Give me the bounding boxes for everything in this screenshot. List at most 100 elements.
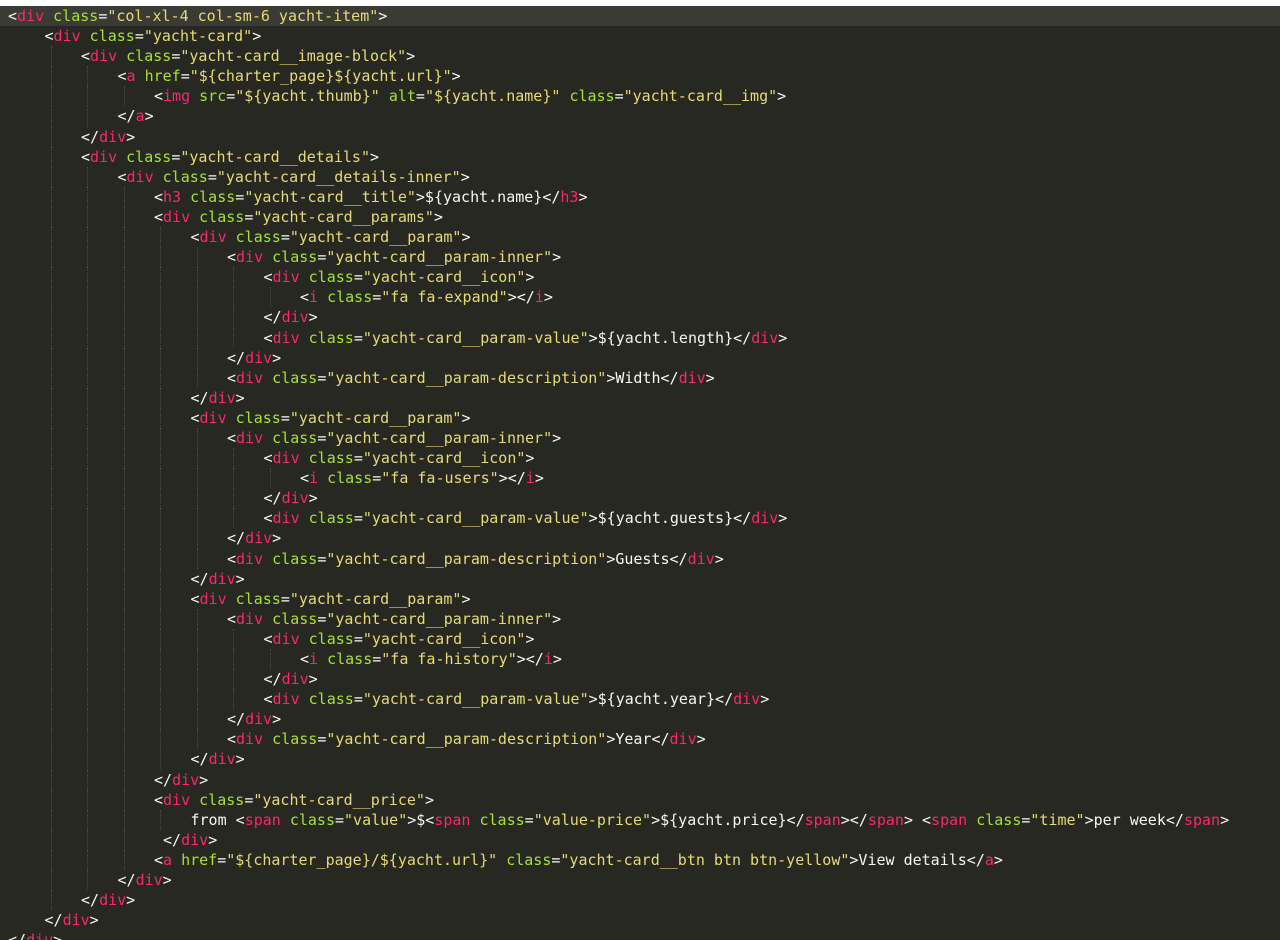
code-line[interactable]: <a href="${charter_page}${yacht.url}"> [0, 66, 1280, 87]
code-line[interactable]: <div class="yacht-card__params"> [0, 206, 1280, 228]
code-line[interactable]: </div> [0, 709, 1280, 730]
code-line[interactable]: from <span class="value">$<span class="v… [0, 809, 1280, 830]
code-area[interactable]: <div class="col-xl-4 col-sm-6 yacht-item… [0, 6, 1280, 940]
code-line[interactable]: </div> [0, 870, 1280, 891]
code-line[interactable]: </div> [0, 669, 1280, 690]
code-token: a [984, 850, 994, 869]
code-token: = [415, 87, 425, 106]
code-line[interactable]: </div> [0, 307, 1280, 328]
indent-guide [123, 86, 125, 107]
code-token: </ [154, 770, 173, 789]
code-line[interactable]: <div class="yacht-card__image-block"> [0, 46, 1280, 67]
code-token: class [327, 469, 373, 488]
indent-guide [50, 407, 52, 428]
indent-guide [123, 709, 125, 730]
code-token: a [135, 107, 145, 126]
code-token: > [525, 268, 535, 287]
indent-guide [87, 789, 88, 810]
code-line[interactable]: <div class="yacht-card__icon"> [0, 628, 1280, 649]
code-line[interactable]: <div class="yacht-card__param-descriptio… [0, 367, 1280, 388]
code-token: < [154, 207, 164, 226]
code-line[interactable]: <div class="yacht-card__param-descriptio… [0, 548, 1280, 569]
code-token: ></ [498, 469, 526, 488]
code-line[interactable]: </div> [0, 347, 1280, 368]
code-line[interactable]: <div class="yacht-card__param-inner"> [0, 247, 1280, 268]
code-line[interactable]: </div> [0, 387, 1280, 408]
code-line[interactable]: <a href="${charter_page}/${yacht.url}" c… [0, 849, 1280, 871]
code-token: div [199, 228, 227, 247]
code-token: "value-price" [533, 810, 652, 829]
code-line[interactable]: </div> [0, 890, 1280, 911]
indent-guide [87, 347, 88, 368]
code-token: < [44, 27, 54, 46]
code-line[interactable]: </div> [0, 488, 1280, 509]
code-line[interactable]: <div class="yacht-card__param"> [0, 588, 1280, 609]
indent-guide [87, 809, 88, 830]
code-line[interactable]: <div class="yacht-card__param-inner"> [0, 427, 1280, 449]
code-line[interactable]: </div> [0, 126, 1280, 147]
code-token: "yacht-card__image-block" [180, 47, 407, 66]
code-line[interactable]: <div class="yacht-card__param-descriptio… [0, 729, 1280, 750]
code-line[interactable]: <div class="yacht-card"> [0, 26, 1280, 46]
indent-guide [123, 628, 125, 649]
code-token: > [126, 127, 136, 146]
code-line[interactable]: </div> [0, 528, 1280, 549]
indent-guide [50, 166, 52, 187]
code-line[interactable]: </div> [0, 910, 1280, 930]
indent-guide [123, 206, 125, 228]
code-token: > [777, 87, 787, 106]
code-line[interactable]: <div class="col-xl-4 col-sm-6 yacht-item… [0, 6, 1280, 27]
code-line[interactable]: <div class="yacht-card__icon"> [0, 267, 1280, 288]
code-line[interactable]: <i class="fa fa-history"></i> [0, 649, 1280, 670]
code-token: > [460, 167, 470, 186]
code-token: div [236, 248, 264, 267]
code-token: < [154, 87, 164, 106]
code-line[interactable]: <img src="${yacht.thumb}" alt="${yacht.n… [0, 86, 1280, 107]
code-token: class [272, 730, 318, 749]
code-token: div [281, 308, 309, 327]
code-token: = [317, 609, 327, 628]
code-line[interactable]: <div class="yacht-card__param-value">${y… [0, 689, 1280, 710]
indent-guide [50, 568, 52, 589]
code-line[interactable]: <i class="fa fa-expand"></i> [0, 287, 1280, 308]
code-token: "yacht-card__param-inner" [326, 428, 553, 447]
code-line[interactable]: <div class="yacht-card__param-value">${y… [0, 508, 1280, 529]
code-line[interactable]: <div class="yacht-card__param-inner"> [0, 608, 1280, 629]
code-line[interactable]: <div class="yacht-card__param"> [0, 227, 1280, 248]
code-line[interactable]: <div class="yacht-card__details-inner"> [0, 166, 1280, 187]
indent-guide [50, 347, 52, 368]
indent-guide [123, 669, 125, 690]
indent-guide [233, 669, 234, 690]
indent-guide [87, 327, 88, 348]
code-line[interactable]: </div> [0, 749, 1280, 770]
code-line[interactable]: <div class="yacht-card__param-value">${y… [0, 327, 1280, 348]
indent-guide [123, 247, 125, 268]
indent-guide [87, 709, 88, 730]
code-line[interactable]: <div class="yacht-card__icon"> [0, 448, 1280, 469]
code-line[interactable]: <div class="yacht-card__param"> [0, 407, 1280, 428]
code-line[interactable]: <i class="fa fa-users"></i> [0, 468, 1280, 489]
code-line[interactable]: <h3 class="yacht-card__title">${yacht.na… [0, 186, 1280, 207]
indent-guide [87, 387, 88, 408]
code-line[interactable]: </div> [0, 769, 1280, 790]
code-line[interactable]: </div> [0, 568, 1280, 589]
code-token: img [163, 87, 191, 106]
indent-guide [50, 669, 52, 690]
indent-guide [160, 568, 161, 589]
indent-guide [123, 508, 125, 529]
code-line[interactable]: </div> [0, 829, 1280, 850]
code-line[interactable]: </a> [0, 106, 1280, 127]
code-token: "yacht-card__img" [623, 87, 778, 106]
code-editor[interactable]: <div class="col-xl-4 col-sm-6 yacht-item… [0, 0, 1280, 940]
indent-guide [160, 227, 161, 248]
code-line[interactable]: <div class="yacht-card__details"> [0, 146, 1280, 167]
code-token: = [98, 7, 108, 25]
code-token: = [353, 449, 363, 468]
code-token: div [208, 388, 236, 407]
code-line[interactable]: <div class="yacht-card__price"> [0, 789, 1280, 810]
code-line[interactable]: </div> [0, 930, 1280, 940]
